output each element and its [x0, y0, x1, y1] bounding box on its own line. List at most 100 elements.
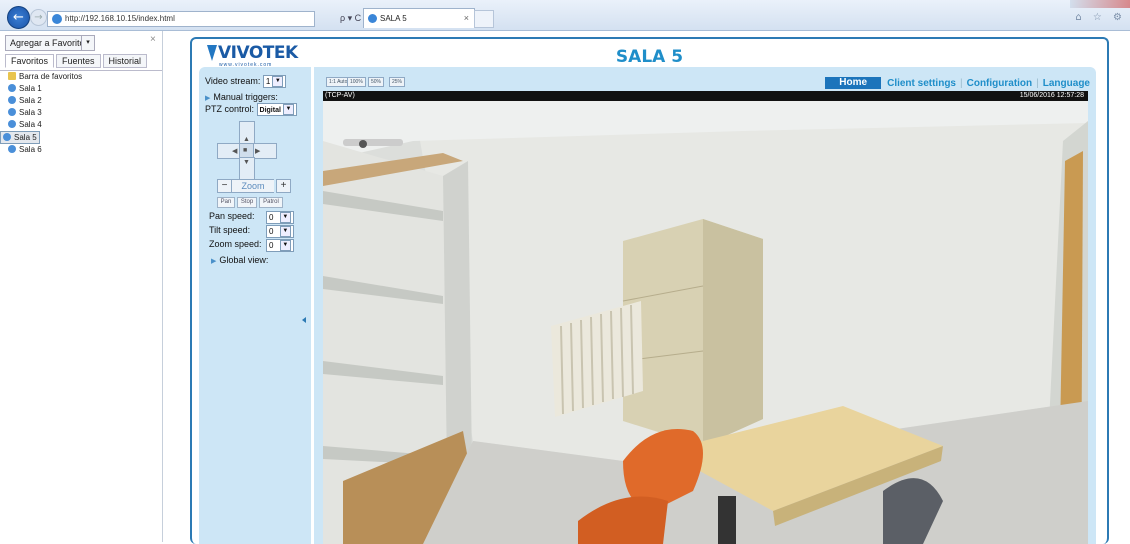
new-tab-button[interactable] — [474, 10, 494, 28]
favorite-item-sala3[interactable]: Sala 3 — [0, 107, 162, 119]
favorites-pane: Agregar a Favoritos ▾ × Favoritos Fuente… — [0, 31, 163, 542]
forward-button[interactable]: → — [30, 9, 47, 26]
nav-separator: | — [1036, 77, 1039, 89]
favorite-label: Sala 5 — [14, 133, 37, 142]
video-header-bar: (TCP-AV) 15/06/2016 12:57:28 — [323, 91, 1088, 101]
browser-tab[interactable]: SALA 5 × — [363, 8, 475, 28]
ptz-value: Digital — [259, 107, 281, 114]
back-arrow-icon: ← — [13, 10, 24, 25]
chevron-down-icon[interactable]: ▾ — [81, 35, 95, 51]
video-stream-value: 1 — [265, 77, 271, 86]
ptz-control-select[interactable]: Digital ▼ — [256, 103, 297, 116]
favorite-item-barra[interactable]: Barra de favoritos — [0, 71, 162, 83]
forward-arrow-icon: → — [34, 12, 43, 23]
ie-page-icon — [8, 108, 16, 116]
pan-button[interactable]: Pan — [217, 197, 235, 208]
address-url: http://192.168.10.15/index.html — [65, 14, 175, 23]
collapse-panel-arrow-icon[interactable] — [302, 317, 306, 323]
chevron-down-icon: ▼ — [279, 226, 291, 237]
home-icon: ■ — [243, 147, 248, 154]
close-icon[interactable]: × — [150, 34, 156, 45]
pad-down[interactable]: ▼ — [239, 157, 255, 181]
ratio-button-25[interactable]: 25% — [389, 77, 406, 87]
pan-speed-value: 0 — [269, 213, 274, 222]
browser-tools-icons[interactable]: ⌂ ☆ ⚙ — [1075, 12, 1126, 23]
ptz-label: PTZ control: — [205, 103, 255, 114]
tab-fuentes[interactable]: Fuentes — [56, 54, 101, 68]
favorites-tabs: Favoritos Fuentes Historial — [5, 54, 149, 68]
manual-triggers-label: Manual triggers: — [213, 92, 278, 102]
window-controls[interactable] — [1070, 0, 1130, 8]
ratio-button-100[interactable]: 100% — [347, 77, 366, 87]
favorite-item-sala4[interactable]: Sala 4 — [0, 119, 162, 131]
ie-page-icon — [368, 14, 377, 24]
camera-page: VIVOTEK www.vivotek.com SALA 5 Video str… — [190, 37, 1109, 544]
arrow-up-icon: ▲ — [243, 136, 250, 143]
favorite-label: Sala 6 — [19, 145, 42, 154]
ie-page-icon — [8, 96, 16, 104]
pan-speed-row: Pan speed: 0 ▼ — [209, 211, 294, 224]
zoom-speed-row: Zoom speed: 0 ▼ — [209, 239, 294, 252]
arrow-down-icon: ▼ — [243, 159, 250, 166]
favorite-label: Barra de favoritos — [19, 72, 83, 81]
favorite-item-sala5[interactable]: Sala 5 — [0, 131, 40, 144]
zoom-speed-select[interactable]: 0 ▼ — [266, 239, 294, 252]
nav-separator: | — [960, 77, 963, 89]
favorites-list: Barra de favoritos Sala 1 Sala 2 Sala 3 … — [0, 70, 162, 156]
tilt-speed-row: Tilt speed: 0 ▼ — [209, 225, 294, 238]
ie-page-icon — [8, 145, 16, 153]
page-title: SALA 5 — [615, 47, 684, 67]
video-stream-label: Video stream: — [205, 75, 261, 86]
ie-page-icon — [8, 120, 16, 128]
video-stream-row: Video stream: 1 ▼ — [205, 75, 287, 88]
arrow-right-icon: ▶ — [255, 148, 261, 155]
favorite-label: Sala 3 — [19, 108, 42, 117]
chevron-down-icon: ▼ — [279, 212, 291, 223]
folder-icon — [8, 72, 16, 80]
back-button[interactable]: ← — [7, 6, 30, 29]
stop-button[interactable]: Stop — [237, 197, 257, 208]
nav-client-settings[interactable]: Client settings — [887, 78, 956, 89]
pad-left[interactable]: ◀ — [217, 143, 241, 159]
pan-speed-select[interactable]: 0 ▼ — [266, 211, 294, 224]
expand-triangle-icon: ▶ — [205, 95, 211, 102]
manual-triggers-toggle[interactable]: ▶ Manual triggers: — [205, 92, 278, 102]
nav-home[interactable]: Home — [825, 77, 882, 89]
video-timestamp: 15/06/2016 12:57:28 — [1019, 92, 1084, 99]
room-scene-image — [323, 101, 1088, 544]
address-bar[interactable]: http://192.168.10.15/index.html — [47, 11, 315, 27]
search-refresh-controls[interactable]: ρ ▾ C — [340, 13, 361, 24]
favorite-item-sala2[interactable]: Sala 2 — [0, 95, 162, 107]
nav-configuration[interactable]: Configuration — [967, 78, 1033, 89]
zoom-in-button[interactable]: + — [276, 179, 291, 193]
nav-language[interactable]: Language — [1043, 78, 1090, 89]
tilt-speed-select[interactable]: 0 ▼ — [266, 225, 294, 238]
tab-favoritos[interactable]: Favoritos — [5, 54, 55, 68]
tab-title: SALA 5 — [380, 14, 407, 23]
chevron-down-icon: ▼ — [279, 240, 291, 251]
tab-close-icon[interactable]: × — [464, 9, 469, 28]
favorite-label: Sala 2 — [19, 96, 42, 105]
ie-page-icon — [8, 84, 16, 92]
favorite-label: Sala 1 — [19, 84, 42, 93]
global-view-toggle[interactable]: ▶ Global view: — [211, 255, 268, 265]
zoom-speed-value: 0 — [269, 241, 274, 250]
pad-up[interactable]: ▲ — [239, 121, 255, 145]
tab-historial[interactable]: Historial — [102, 54, 148, 68]
stream-protocol-label: (TCP-AV) — [325, 92, 355, 99]
favorite-item-sala1[interactable]: Sala 1 — [0, 83, 162, 95]
browser-toolbar: ← → http://192.168.10.15/index.html ρ ▾ … — [0, 0, 1130, 31]
global-view-label: Global view: — [219, 255, 269, 265]
ie-page-icon — [3, 133, 11, 141]
ptz-control-row: PTZ control: Digital ▼ — [205, 103, 297, 116]
pad-right[interactable]: ▶ — [253, 143, 277, 159]
video-stream-select[interactable]: 1 ▼ — [262, 75, 287, 88]
live-video-feed[interactable] — [323, 101, 1088, 544]
ie-page-icon — [52, 14, 62, 24]
zoom-out-button[interactable]: − — [217, 179, 232, 193]
patrol-button[interactable]: Patrol — [259, 197, 283, 208]
viewer-panel: 1:1 Auto 100% 50% 25% Home Client settin… — [314, 67, 1096, 544]
favorite-item-sala6[interactable]: Sala 6 — [0, 144, 162, 156]
ratio-button-50[interactable]: 50% — [368, 77, 385, 87]
arrow-left-icon: ◀ — [232, 148, 238, 155]
